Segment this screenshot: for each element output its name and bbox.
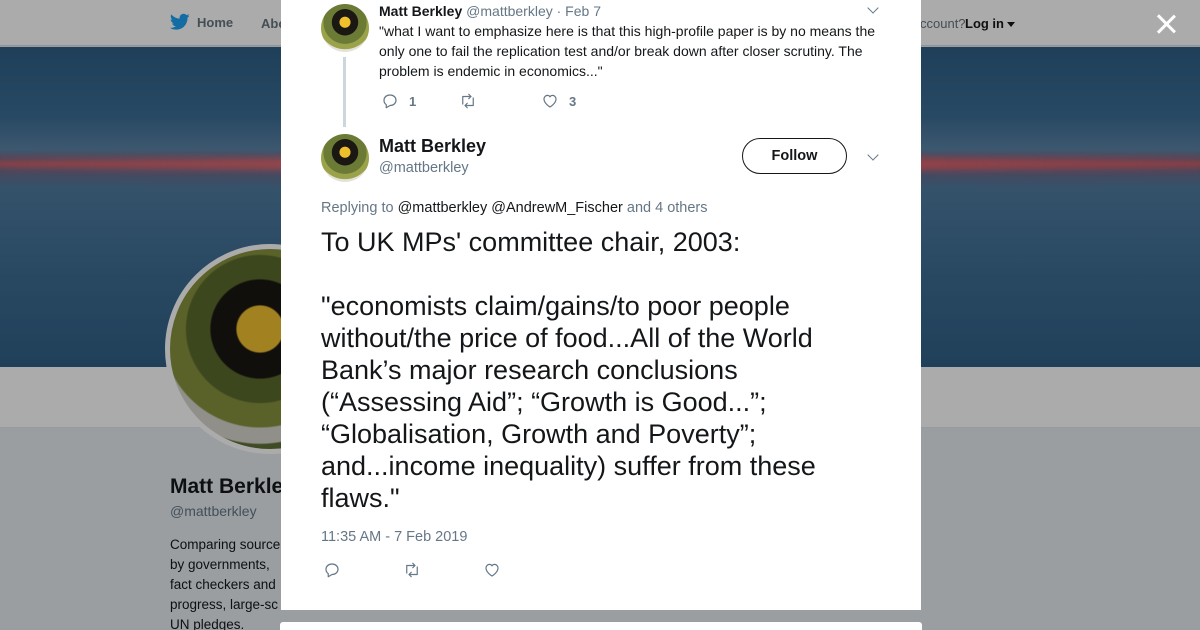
next-tweet-card-edge	[280, 622, 922, 630]
main-like-button[interactable]	[483, 561, 501, 579]
parent-more-chevron-down-icon[interactable]	[867, 2, 879, 14]
main-author-avatar[interactable]	[321, 134, 369, 182]
parent-retweet-button[interactable]	[459, 92, 541, 110]
main-tweet-text: To UK MPs' committee chair, 2003: "econo…	[321, 226, 881, 514]
parent-like-button[interactable]: 3	[541, 92, 576, 110]
parent-reply-count: 1	[409, 93, 417, 109]
tweet-text-line: To UK MPs' committee chair, 2003:	[321, 227, 741, 257]
parent-reply-button[interactable]: 1	[381, 92, 459, 110]
replying-to-line: Replying to @mattberkley @AndrewM_Fische…	[321, 200, 708, 216]
tweet-text-line: "economists claim/gains/to poor people w…	[321, 291, 816, 513]
parent-tweet-header: Matt Berkley @mattberkley · Feb 7	[379, 3, 601, 19]
main-reply-button[interactable]	[323, 561, 403, 579]
heart-icon	[543, 94, 557, 108]
main-more-chevron-down-icon[interactable]	[867, 149, 879, 161]
parent-tweet-text: "what I want to emphasize here is that t…	[379, 23, 876, 79]
thread-connector-line	[343, 57, 346, 127]
tweet-modal: Matt Berkley @mattberkley · Feb 7 "what …	[281, 0, 921, 610]
replying-user-link[interactable]: @AndrewM_Fischer	[491, 200, 623, 216]
tweet-text-line	[321, 258, 881, 290]
parent-author-handle[interactable]: @mattberkley	[466, 3, 553, 19]
tweet-timestamp[interactable]: 11:35 AM - 7 Feb 2019	[321, 529, 467, 545]
main-retweet-button[interactable]	[403, 561, 483, 579]
follow-button[interactable]: Follow	[742, 138, 847, 174]
retweet-icon	[406, 562, 418, 578]
replying-prefix: Replying to	[321, 200, 394, 216]
main-author-handle[interactable]: @mattberkley	[379, 160, 469, 176]
main-tweet-actions	[323, 561, 501, 579]
parent-like-count: 3	[569, 93, 577, 109]
close-icon[interactable]	[1155, 13, 1177, 35]
reply-icon	[383, 94, 397, 109]
parent-tweet-date[interactable]: · Feb 7	[557, 3, 601, 19]
retweet-icon	[462, 93, 474, 109]
heart-icon	[485, 563, 499, 577]
parent-author-name[interactable]: Matt Berkley	[379, 3, 462, 19]
parent-tweet-actions: 1 3	[381, 92, 576, 110]
main-author-name[interactable]: Matt Berkley	[379, 136, 486, 157]
replying-user-link[interactable]: @mattberkley	[398, 200, 488, 216]
reply-icon	[325, 563, 339, 578]
parent-author-avatar[interactable]	[321, 4, 369, 52]
replying-others-link[interactable]: and 4 others	[627, 200, 708, 216]
